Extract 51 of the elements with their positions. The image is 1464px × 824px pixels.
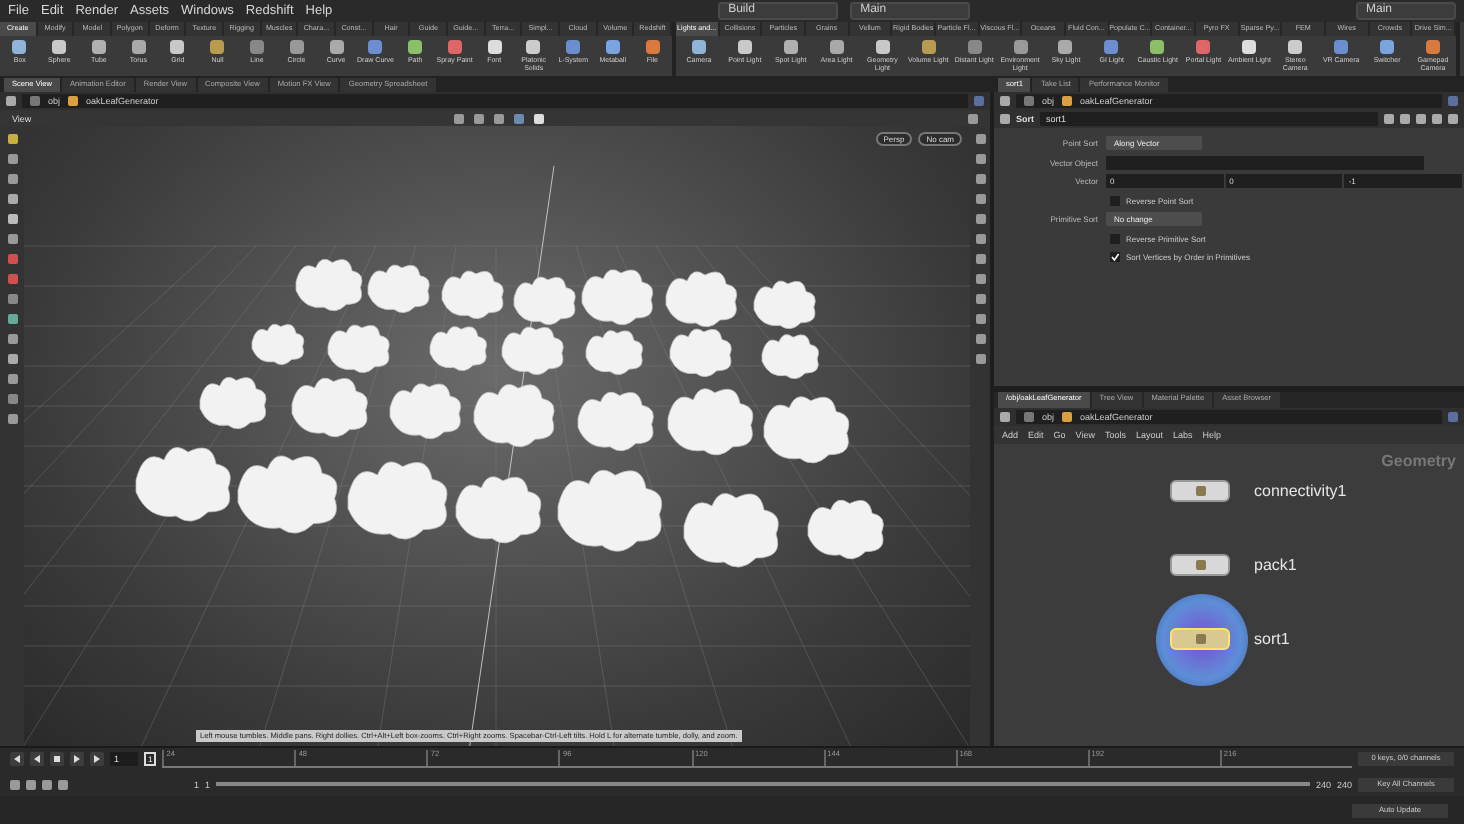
playback-button[interactable]: [10, 752, 24, 767]
node-icon: [1024, 96, 1034, 107]
node-icon: [1062, 96, 1073, 107]
input-field[interactable]: [1106, 155, 1424, 170]
node-icon: [1062, 412, 1073, 423]
network-node[interactable]: [1170, 554, 1230, 577]
shelf-tool-icon[interactable]: [1425, 39, 1440, 54]
shelf-tool-icon[interactable]: [1058, 39, 1073, 54]
checkbox[interactable]: [1110, 195, 1120, 206]
shelf-tool-icon[interactable]: [210, 39, 225, 54]
playback-button[interactable]: [30, 752, 44, 767]
shelf-tool-icon[interactable]: [921, 39, 936, 54]
node-icon: [30, 96, 40, 107]
shelf-tool-icon[interactable]: [737, 39, 752, 54]
node-label: sort1: [1254, 630, 1290, 649]
shelf-tool-icon[interactable]: [1104, 39, 1119, 54]
shelf-tool-icon[interactable]: [1288, 39, 1303, 54]
shelf-tool-icon[interactable]: [52, 39, 67, 54]
node-label: pack1: [1254, 556, 1297, 575]
shelf-tool-icon[interactable]: [526, 39, 541, 54]
shelf-tool-icon[interactable]: [605, 39, 620, 54]
shelf-tool-icon[interactable]: [1150, 39, 1165, 54]
shelf-tool-icon[interactable]: [1013, 39, 1028, 54]
shelf-tool-icon[interactable]: [368, 39, 383, 54]
playback-button[interactable]: [90, 752, 104, 767]
network-node[interactable]: [1170, 480, 1230, 503]
node-label: connectivity1: [1254, 482, 1347, 501]
node-icon: [1024, 412, 1034, 423]
shelf-tool-icon[interactable]: [875, 39, 890, 54]
shelf-tool-icon[interactable]: [783, 39, 798, 54]
shelf-tool-icon[interactable]: [408, 39, 423, 54]
checkbox[interactable]: [1110, 252, 1120, 263]
shelf-tool-icon[interactable]: [691, 39, 706, 54]
shelf-tool-icon[interactable]: [1380, 39, 1395, 54]
shelf-tool-icon[interactable]: [91, 39, 106, 54]
shelf-tool-icon[interactable]: [566, 39, 581, 54]
shelf-tool-icon[interactable]: [487, 39, 502, 54]
playback-button[interactable]: [70, 752, 84, 767]
shelf-tool-icon[interactable]: [12, 39, 27, 54]
shelf-tool-icon[interactable]: [289, 39, 304, 54]
shelf-tool-icon[interactable]: [645, 39, 660, 54]
shelf-tool-icon[interactable]: [170, 39, 185, 54]
shelf-tool-icon[interactable]: [1334, 39, 1349, 54]
shelf-tool-icon[interactable]: [131, 39, 146, 54]
shelf-tool-icon[interactable]: [829, 39, 844, 54]
playback-button[interactable]: [50, 752, 64, 767]
shelf-tool-icon[interactable]: [329, 39, 343, 54]
shelf-tool-icon[interactable]: [1242, 39, 1257, 54]
context-label: Geometry: [1381, 452, 1456, 471]
node-icon: [68, 96, 79, 107]
checkbox[interactable]: [1110, 233, 1120, 244]
